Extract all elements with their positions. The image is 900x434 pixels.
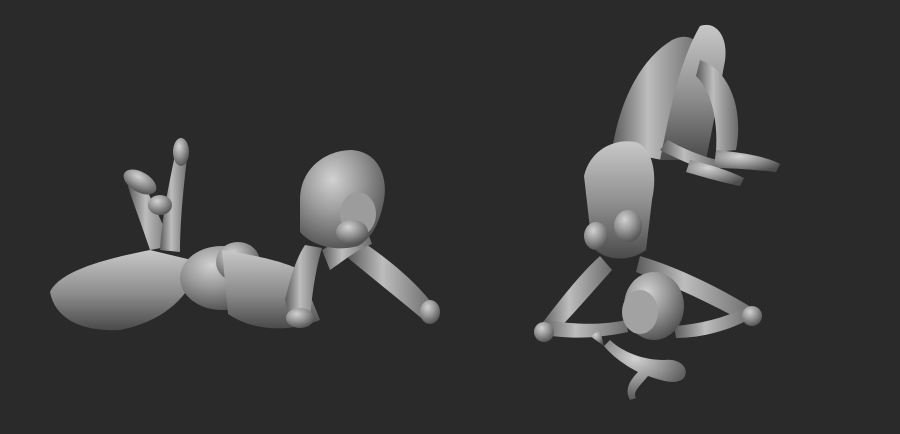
sculpt-viewport[interactable] bbox=[0, 0, 900, 434]
prone-elbow-right bbox=[286, 308, 314, 328]
prone-hand-chin bbox=[336, 220, 368, 244]
supine-face bbox=[622, 290, 658, 334]
supine-elbow-left bbox=[534, 322, 554, 342]
supine-elbow-right bbox=[742, 306, 762, 326]
prone-foot-right bbox=[173, 138, 189, 166]
viewport-render bbox=[0, 0, 900, 434]
prone-elbow-left bbox=[420, 300, 440, 324]
viewport-background bbox=[0, 0, 900, 434]
supine-breast-right bbox=[614, 210, 642, 242]
supine-breast-left bbox=[584, 222, 608, 250]
prone-ankle-knot bbox=[148, 195, 172, 215]
